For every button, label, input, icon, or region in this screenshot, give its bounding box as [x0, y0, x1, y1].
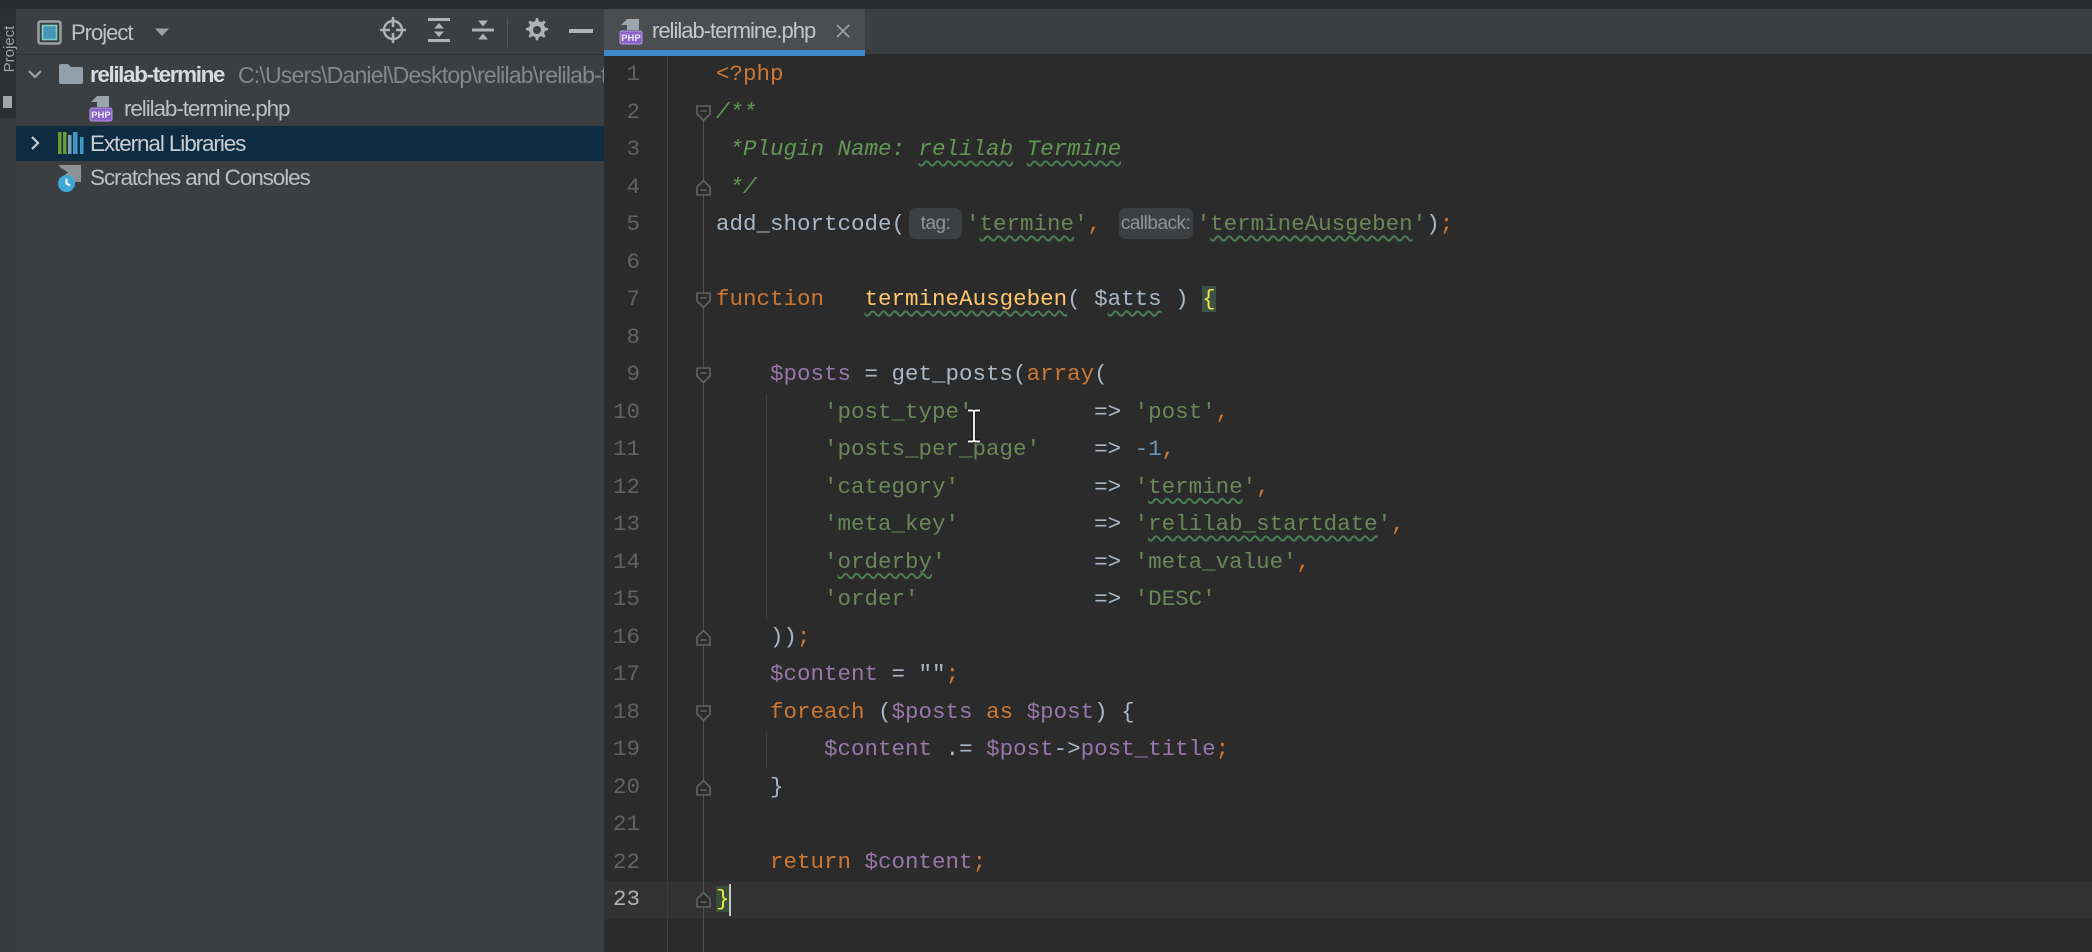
svg-text:PHP: PHP	[91, 110, 111, 121]
svg-text:PHP: PHP	[621, 33, 641, 44]
